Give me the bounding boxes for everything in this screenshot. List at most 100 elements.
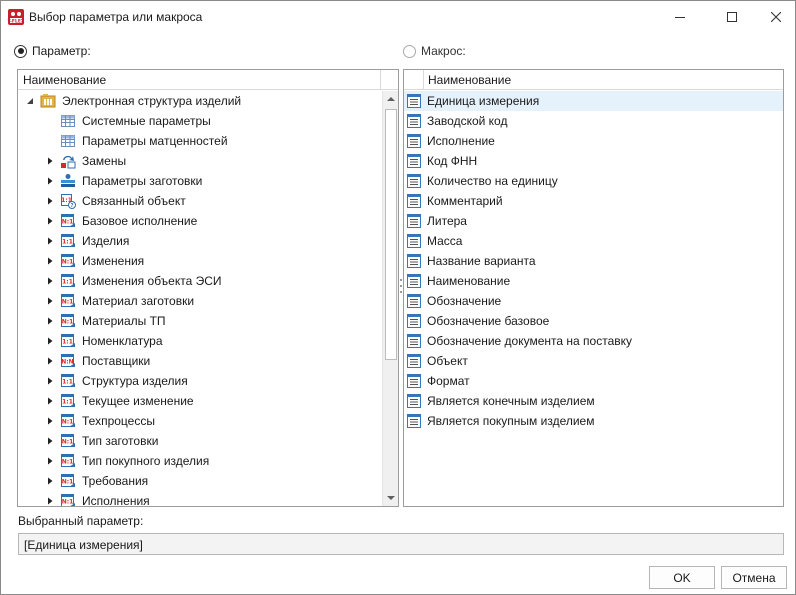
relation-n1-icon: N:1 xyxy=(60,253,76,269)
expand-arrow-icon[interactable] xyxy=(46,217,54,225)
list-item-label: Является конечным изделием xyxy=(427,394,595,408)
expand-arrow-icon[interactable] xyxy=(46,177,54,185)
property-icon xyxy=(406,293,422,309)
tree-item-label: Номенклатура xyxy=(82,334,163,348)
list-item[interactable]: Является конечным изделием xyxy=(404,391,783,411)
parameter-tree-header[interactable]: Наименование xyxy=(18,70,398,90)
list-item[interactable]: Обозначение xyxy=(404,291,783,311)
list-item[interactable]: Масса xyxy=(404,231,783,251)
column-separator[interactable] xyxy=(423,70,424,90)
tree-item-label: Поставщики xyxy=(82,354,151,368)
expand-arrow-icon[interactable] xyxy=(46,377,54,385)
expand-arrow-icon[interactable] xyxy=(46,277,54,285)
tree-item[interactable]: 1:1 Изменения объекта ЭСИ xyxy=(18,271,381,291)
expand-arrow-icon[interactable] xyxy=(46,257,54,265)
relation-11-icon: 1:1 xyxy=(60,233,76,249)
list-item[interactable]: Комментарий xyxy=(404,191,783,211)
tree-item-label: Электронная структура изделий xyxy=(62,94,242,108)
list-item[interactable]: Объект xyxy=(404,351,783,371)
relation-11-icon: 1:1 xyxy=(60,393,76,409)
list-item[interactable]: Обозначение документа на поставку xyxy=(404,331,783,351)
list-item-label: Масса xyxy=(427,234,463,248)
parameter-radio[interactable]: Параметр: xyxy=(14,43,91,59)
expand-arrow-icon[interactable] xyxy=(46,237,54,245)
tree-item[interactable]: 1:1? Связанный объект xyxy=(18,191,381,211)
expand-arrow-icon[interactable] xyxy=(46,437,54,445)
scroll-up-button[interactable] xyxy=(383,91,398,107)
maximize-icon xyxy=(727,12,737,22)
tree-item-label: Изделия xyxy=(82,234,130,248)
expand-arrow-icon[interactable] xyxy=(46,297,54,305)
list-item[interactable]: Заводской код xyxy=(404,111,783,131)
tree-item[interactable]: N:1 Изменения xyxy=(18,251,381,271)
tree-item[interactable]: N:1 Исполнения xyxy=(18,491,381,506)
list-item[interactable]: Количество на единицу xyxy=(404,171,783,191)
tree-item[interactable]: N:1 Тип покупного изделия xyxy=(18,451,381,471)
expand-arrow-icon[interactable] xyxy=(46,477,54,485)
tree-item[interactable]: N:N Поставщики xyxy=(18,351,381,371)
property-list-header[interactable]: Наименование xyxy=(404,70,783,90)
scroll-down-button[interactable] xyxy=(383,490,398,506)
list-item[interactable]: Формат xyxy=(404,371,783,391)
close-icon xyxy=(771,12,781,22)
minimize-button[interactable] xyxy=(657,1,703,33)
tree-scrollbar[interactable] xyxy=(382,91,398,506)
tree-item[interactable]: 1:1 Изделия xyxy=(18,231,381,251)
expand-arrow-icon[interactable] xyxy=(46,417,54,425)
expand-arrow-icon[interactable] xyxy=(46,497,54,505)
tree-item[interactable]: N:1 Материал заготовки xyxy=(18,291,381,311)
expand-arrow-icon[interactable] xyxy=(46,397,54,405)
list-item[interactable]: Название варианта xyxy=(404,251,783,271)
relation-n1-icon: N:1 xyxy=(60,313,76,329)
svg-text:N:1: N:1 xyxy=(62,299,74,306)
column-separator[interactable] xyxy=(380,70,381,90)
selected-parameter-field[interactable]: [Единица измерения] xyxy=(18,533,784,555)
expand-arrow-icon[interactable] xyxy=(46,357,54,365)
list-item-label: Комментарий xyxy=(427,194,503,208)
tree-item[interactable]: Параметры заготовки xyxy=(18,171,381,191)
parameter-radio-dot[interactable] xyxy=(14,44,27,58)
expand-arrow-icon[interactable] xyxy=(46,157,54,165)
tree-item-label: Техпроцессы xyxy=(82,414,155,428)
collapse-arrow-icon[interactable] xyxy=(26,97,34,105)
expand-arrow-icon[interactable] xyxy=(46,197,54,205)
ok-button[interactable]: OK xyxy=(649,566,715,589)
column-header-name: Наименование xyxy=(23,73,107,87)
tree-item[interactable]: N:1 Тип заготовки xyxy=(18,431,381,451)
tree-item[interactable]: 1:1 Текущее изменение xyxy=(18,391,381,411)
tree-item[interactable]: N:1 Требования xyxy=(18,471,381,491)
tree-item[interactable]: N:1 Техпроцессы xyxy=(18,411,381,431)
list-item[interactable]: Код ФНН xyxy=(404,151,783,171)
list-item[interactable]: Обозначение базовое xyxy=(404,311,783,331)
tree-item-label: Материал заготовки xyxy=(82,294,195,308)
list-item-label: Объект xyxy=(427,354,468,368)
svg-text:N:1: N:1 xyxy=(62,479,74,486)
expand-arrow-icon[interactable] xyxy=(46,457,54,465)
macro-radio[interactable]: Макрос: xyxy=(403,43,466,59)
expand-arrow-icon[interactable] xyxy=(46,337,54,345)
list-item[interactable]: Литера xyxy=(404,211,783,231)
list-item[interactable]: Является покупным изделием xyxy=(404,411,783,431)
tree-item[interactable]: Замены xyxy=(18,151,381,171)
svg-text:N:N: N:N xyxy=(61,359,73,366)
tree-item[interactable]: Системные параметры xyxy=(18,111,381,131)
cancel-button[interactable]: Отмена xyxy=(721,566,787,589)
title-bar[interactable]: T-FLEX Выбор параметра или макроса xyxy=(1,1,795,33)
scroll-down-icon xyxy=(387,496,395,500)
svg-text:N:1: N:1 xyxy=(62,419,74,426)
tree-item[interactable]: 1:1 Структура изделия xyxy=(18,371,381,391)
tree-root-item[interactable]: Электронная структура изделий xyxy=(18,91,381,111)
expand-arrow-icon[interactable] xyxy=(46,317,54,325)
maximize-button[interactable] xyxy=(709,1,755,33)
tree-item[interactable]: Параметры матценностей xyxy=(18,131,381,151)
tree-item-label: Тип заготовки xyxy=(82,434,159,448)
macro-radio-dot[interactable] xyxy=(403,44,416,58)
tree-item[interactable]: 1:1 Номенклатура xyxy=(18,331,381,351)
list-item[interactable]: Исполнение xyxy=(404,131,783,151)
close-button[interactable] xyxy=(753,1,796,33)
list-item[interactable]: Единица измерения xyxy=(404,91,783,111)
tree-item[interactable]: N:1 Материалы ТП xyxy=(18,311,381,331)
list-item[interactable]: Наименование xyxy=(404,271,783,291)
tree-item[interactable]: N:1 Базовое исполнение xyxy=(18,211,381,231)
scroll-thumb[interactable] xyxy=(385,109,397,360)
